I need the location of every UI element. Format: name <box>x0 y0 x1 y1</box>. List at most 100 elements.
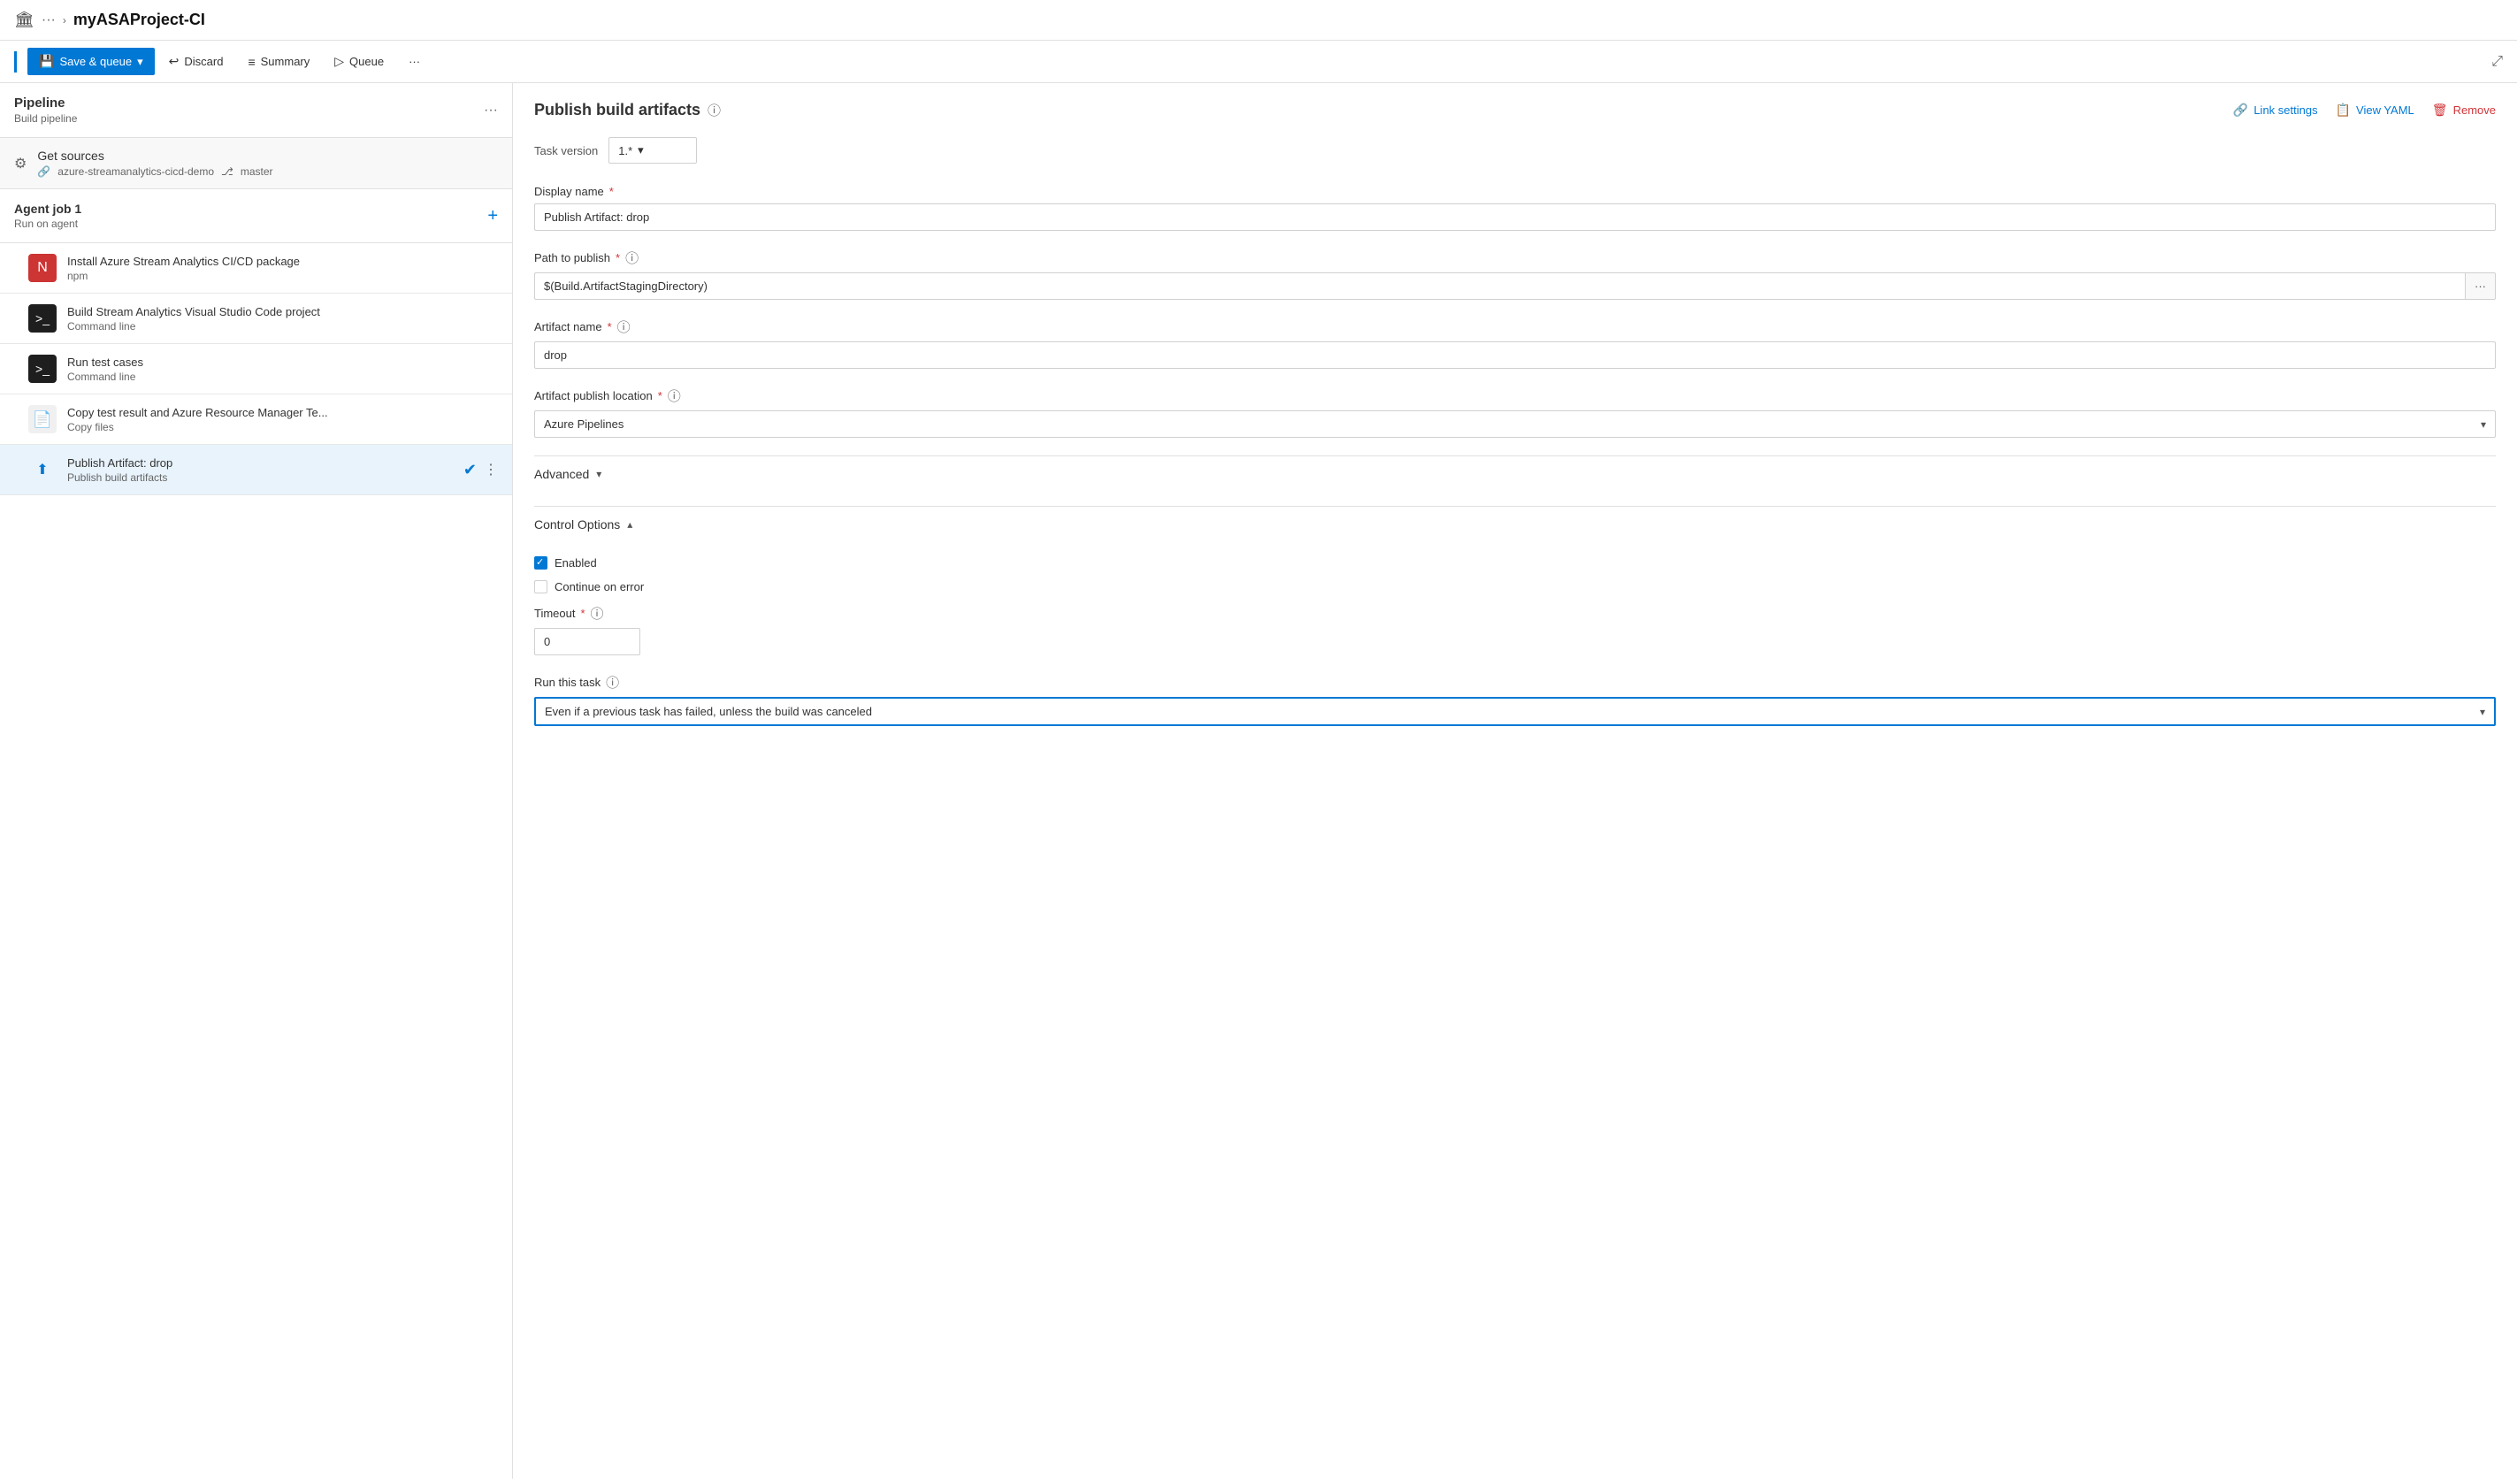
more-button[interactable]: ··· <box>398 50 431 73</box>
get-sources-label: Get sources <box>37 149 272 163</box>
view-yaml-label: View YAML <box>2356 103 2414 117</box>
task-kebab-icon[interactable]: ⋮ <box>484 461 498 478</box>
timeout-info-icon[interactable]: ⓘ <box>591 604 604 623</box>
agent-job-header: Agent job 1 Run on agent + <box>0 189 512 243</box>
top-dots[interactable]: ··· <box>42 12 56 28</box>
test-task-icon: >_ <box>28 355 57 383</box>
run-task-select[interactable]: Even if a previous task has failed, unle… <box>534 697 2496 726</box>
save-queue-button[interactable]: 💾 Save & queue ▾ <box>27 48 155 75</box>
copy-task-subtitle: Copy files <box>67 421 498 433</box>
remove-button[interactable]: 🗑 Remove <box>2432 103 2496 118</box>
artifact-name-label: Artifact name <box>534 320 602 333</box>
remove-icon: 🗑 <box>2432 103 2448 118</box>
add-task-button[interactable]: + <box>487 206 498 226</box>
save-icon: 💾 <box>39 54 54 69</box>
artifact-location-value: Azure Pipelines <box>544 417 624 431</box>
discard-icon: ↩ <box>169 54 180 69</box>
task-item-build[interactable]: >_ Build Stream Analytics Visual Studio … <box>0 294 512 344</box>
timeout-label: Timeout <box>534 607 575 620</box>
discard-label: Discard <box>184 55 223 68</box>
advanced-section-toggle[interactable]: Advanced ▾ <box>534 455 2496 492</box>
control-options-label: Control Options <box>534 517 620 532</box>
task-version-select[interactable]: 1.* ▾ <box>608 137 697 164</box>
display-name-label: Display name <box>534 185 604 198</box>
link-settings-button[interactable]: 🔗 Link settings <box>2233 103 2318 118</box>
build-task-subtitle: Command line <box>67 320 498 333</box>
run-task-info-icon[interactable]: ⓘ <box>606 673 619 692</box>
control-options-section-toggle[interactable]: Control Options ▴ <box>534 506 2496 542</box>
task-item-publish[interactable]: ⬆ Publish Artifact: drop Publish build a… <box>0 445 512 495</box>
display-name-input[interactable] <box>534 203 2496 231</box>
summary-button[interactable]: ≡ Summary <box>237 50 320 74</box>
panel-info-icon[interactable]: ⓘ <box>708 101 721 119</box>
queue-button[interactable]: ▷ Queue <box>324 49 394 74</box>
task-version-value: 1.* <box>618 144 632 157</box>
discard-button[interactable]: ↩ Discard <box>158 49 234 74</box>
enabled-checkbox[interactable] <box>534 556 547 570</box>
advanced-label: Advanced <box>534 467 589 481</box>
get-sources-meta: 🔗 azure-streamanalytics-cicd-demo ⎇ mast… <box>37 165 272 178</box>
path-to-publish-input[interactable] <box>534 272 2465 300</box>
continue-on-error-checkbox[interactable] <box>534 580 547 593</box>
artifact-name-required: * <box>608 320 612 333</box>
timeout-required: * <box>580 607 585 620</box>
continue-on-error-label: Continue on error <box>555 580 644 593</box>
test-task-name: Run test cases <box>67 356 498 369</box>
continue-on-error-row: Continue on error <box>534 580 2496 593</box>
artifact-location-info-icon[interactable]: ⓘ <box>668 386 681 405</box>
branch-name: master <box>241 165 273 178</box>
pipeline-subtitle: Build pipeline <box>14 112 77 125</box>
build-task-name: Build Stream Analytics Visual Studio Cod… <box>67 305 498 318</box>
collapse-icon[interactable]: ⤢ <box>2491 54 2503 70</box>
save-queue-label: Save & queue <box>59 55 132 68</box>
toolbar: 💾 Save & queue ▾ ↩ Discard ≡ Summary ▷ Q… <box>0 41 2517 83</box>
summary-icon: ≡ <box>248 55 255 69</box>
pipeline-more-icon[interactable]: ··· <box>484 103 498 119</box>
summary-label: Summary <box>261 55 310 68</box>
branch-icon: ⎇ <box>221 165 233 178</box>
task-item-npm[interactable]: N Install Azure Stream Analytics CI/CD p… <box>0 243 512 294</box>
task-version-chevron: ▾ <box>638 143 644 157</box>
right-panel: Publish build artifacts ⓘ 🔗 Link setting… <box>513 83 2517 1479</box>
test-task-subtitle: Command line <box>67 371 498 383</box>
artifact-name-input[interactable] <box>534 341 2496 369</box>
get-sources-icon: ⚙ <box>14 155 27 172</box>
timeout-input[interactable] <box>534 628 640 655</box>
npm-task-icon: N <box>28 254 57 282</box>
panel-title: Publish build artifacts <box>534 101 700 119</box>
task-item-copy[interactable]: 📄 Copy test result and Azure Resource Ma… <box>0 394 512 445</box>
repo-icon: 🔗 <box>37 165 50 178</box>
queue-icon: ▷ <box>334 54 344 69</box>
control-options-chevron-icon: ▴ <box>627 518 632 531</box>
enabled-row: Enabled <box>534 556 2496 570</box>
artifact-location-select[interactable]: Azure Pipelines ▾ <box>534 410 2496 438</box>
path-required: * <box>616 251 620 264</box>
breadcrumb-chevron: › <box>63 14 66 27</box>
artifact-name-row: Artifact name * ⓘ <box>534 317 2496 369</box>
app-icon: 🏛 <box>14 11 34 29</box>
artifact-name-info-icon[interactable]: ⓘ <box>617 317 631 336</box>
get-sources-item[interactable]: ⚙ Get sources 🔗 azure-streamanalytics-ci… <box>0 138 512 189</box>
path-to-publish-row: Path to publish * ⓘ ··· <box>534 249 2496 300</box>
top-bar: 🏛 ··· › myASAProject-CI <box>0 0 2517 41</box>
timeout-row: Timeout * ⓘ <box>534 604 2496 655</box>
path-input-container: ··· <box>534 272 2496 300</box>
artifact-location-required: * <box>658 389 662 402</box>
main-layout: Pipeline Build pipeline ··· ⚙ Get source… <box>0 83 2517 1479</box>
publish-task-icon: ⬆ <box>28 455 57 484</box>
display-name-required: * <box>609 185 614 198</box>
save-queue-chevron: ▾ <box>137 55 143 69</box>
agent-job-title: Agent job 1 <box>14 202 81 216</box>
view-yaml-button[interactable]: 📋 View YAML <box>2336 103 2414 118</box>
task-check-icon: ✔ <box>463 461 477 479</box>
path-info-icon[interactable]: ⓘ <box>625 249 639 267</box>
enabled-label: Enabled <box>555 556 597 570</box>
advanced-chevron-icon: ▾ <box>596 468 601 480</box>
panel-header: Publish build artifacts ⓘ 🔗 Link setting… <box>534 101 2496 119</box>
task-item-test[interactable]: >_ Run test cases Command line <box>0 344 512 394</box>
path-dots-button[interactable]: ··· <box>2465 272 2496 300</box>
display-name-row: Display name * <box>534 185 2496 231</box>
run-this-task-row: Run this task ⓘ Even if a previous task … <box>534 673 2496 726</box>
link-icon: 🔗 <box>2233 103 2248 118</box>
task-version-row: Task version 1.* ▾ <box>534 137 2496 164</box>
